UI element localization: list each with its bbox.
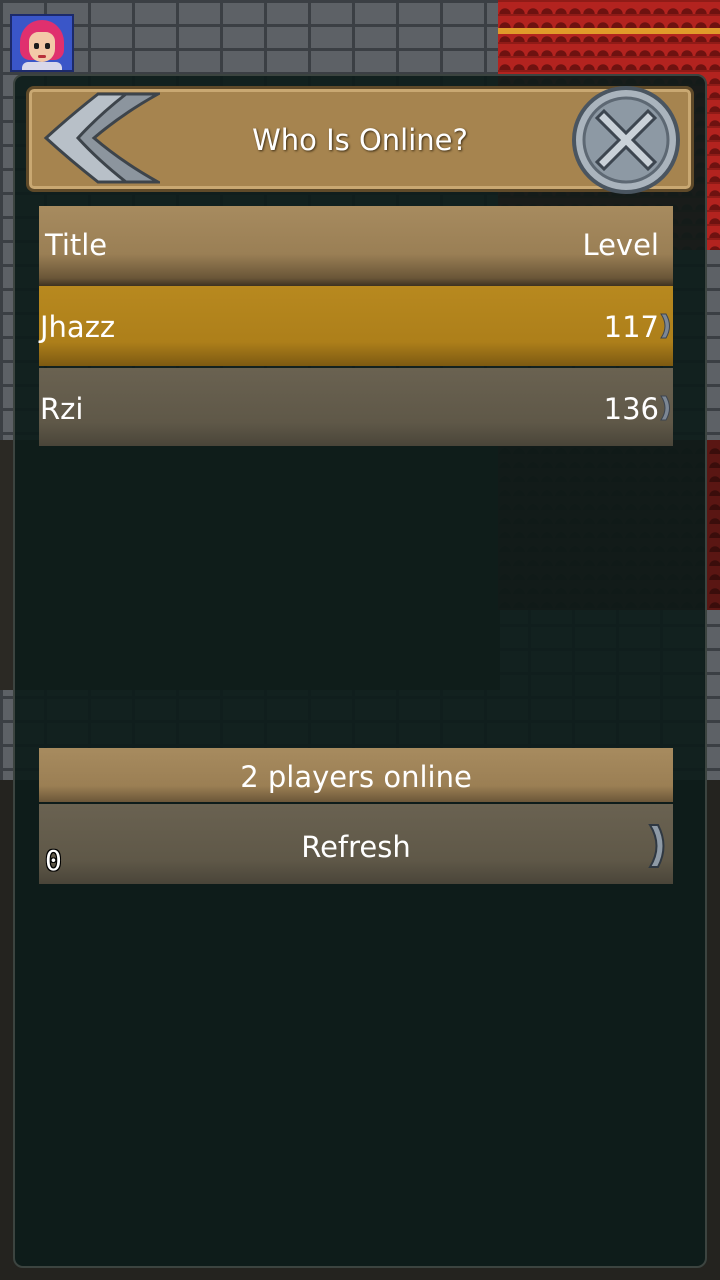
column-header-title: Title xyxy=(45,228,108,262)
player-row-selected[interactable]: Jhazz 117 xyxy=(39,286,673,366)
refresh-counter: 0 xyxy=(45,844,62,877)
player-level: 117 xyxy=(603,310,659,344)
chevron-right-icon xyxy=(660,313,670,339)
refresh-label: Refresh xyxy=(301,830,411,864)
players-online-count: 2 players online xyxy=(240,760,472,794)
chevron-right-icon xyxy=(660,395,670,421)
roof-beam xyxy=(498,28,720,34)
player-row[interactable]: Rzi 136 xyxy=(39,368,673,446)
close-button[interactable] xyxy=(571,85,681,195)
player-level: 136 xyxy=(603,392,659,426)
player-avatar[interactable] xyxy=(10,14,74,72)
back-button[interactable] xyxy=(40,88,164,188)
double-chevron-left-icon xyxy=(43,92,164,184)
chevron-right-icon xyxy=(648,824,665,868)
player-name: Jhazz xyxy=(40,310,116,344)
close-x-icon xyxy=(572,86,680,194)
player-name: Rzi xyxy=(40,392,84,426)
table-header: Title Level xyxy=(39,206,673,286)
column-header-level: Level xyxy=(582,228,659,262)
players-online-bar: 2 players online xyxy=(39,748,673,802)
refresh-button[interactable]: Refresh 0 xyxy=(39,804,673,884)
